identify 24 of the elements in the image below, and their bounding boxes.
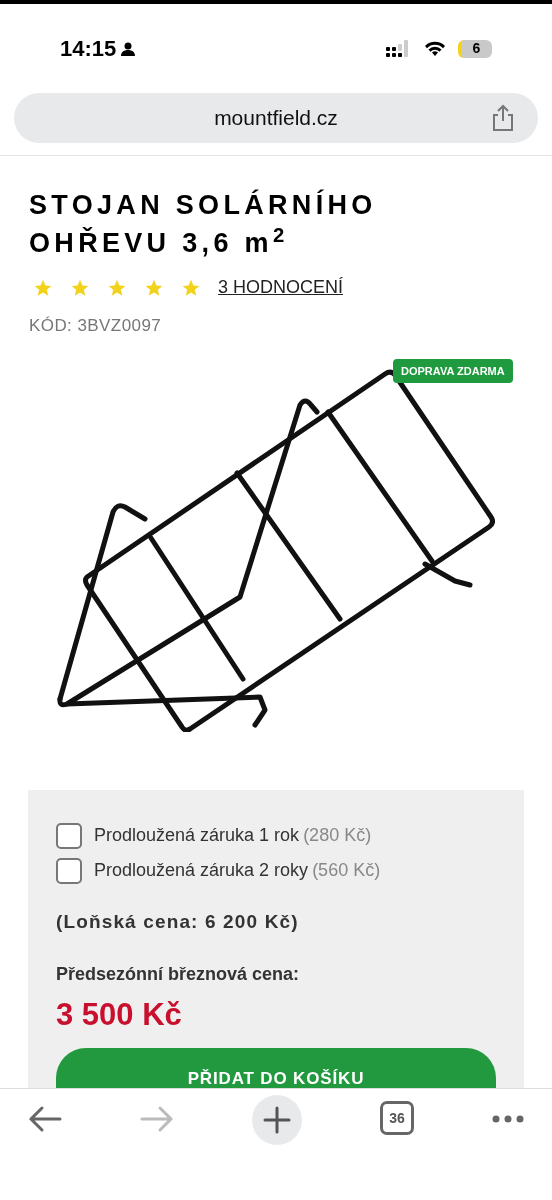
product-code: KÓD: 3BVZ0097	[29, 315, 163, 338]
warranty-checkbox[interactable]	[56, 857, 82, 884]
warranty-label: Prodloužená záruka 2 roky	[94, 859, 309, 882]
warranty-price: (280 Kč)	[303, 824, 372, 847]
new-tab-button[interactable]	[252, 1095, 302, 1145]
warranty-checkbox[interactable]	[56, 822, 82, 849]
product-title: STOJAN SOLÁRNÍHO OHŘEVU 3,6 m$^{2}$	[29, 188, 378, 261]
price: 3 500 Kč	[56, 995, 183, 1034]
url-text: mountfield.cz	[214, 105, 338, 132]
plus-icon	[263, 1106, 291, 1134]
person-icon	[120, 40, 137, 57]
free-shipping-badge: DOPRAVA ZDARMA	[393, 358, 513, 384]
status-time: 14:15	[60, 35, 117, 63]
tabs-count-button[interactable]: 36	[380, 1101, 414, 1135]
address-bar[interactable]: mountfield.cz	[14, 93, 538, 143]
price-label: Předsezónní březnová cena:	[56, 962, 301, 986]
warranty-label: Prodloužená záruka 1 rok	[94, 824, 300, 847]
share-icon[interactable]	[490, 103, 516, 132]
wifi-icon	[424, 40, 446, 57]
battery-indicator: 6	[458, 39, 492, 58]
warranty-price: (560 Kč)	[312, 859, 381, 882]
add-to-cart-button[interactable]: PŘIDAT DO KOŠÍKU	[56, 1048, 496, 1088]
reviews-link[interactable]: 3 HODNOCENÍ	[218, 274, 343, 302]
last-year-price: (Loňská cena: 6 200 Kč)	[56, 910, 300, 934]
